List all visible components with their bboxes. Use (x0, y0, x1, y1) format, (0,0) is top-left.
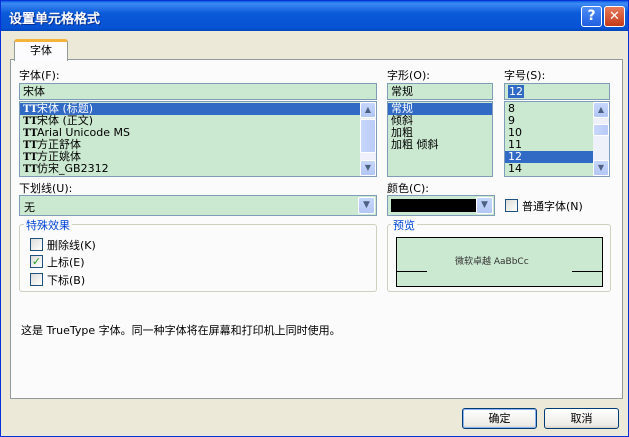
chevron-down-icon: ▼ (481, 200, 488, 210)
close-button[interactable]: ✕ (604, 6, 625, 27)
color-select[interactable]: ▼ (387, 195, 495, 216)
chevron-up-icon: ▲ (364, 105, 372, 114)
underline-select-value: 无 (24, 201, 35, 214)
tab-font[interactable]: 字体 (14, 39, 68, 61)
cancel-button[interactable]: 取消 (544, 408, 619, 429)
format-cells-dialog: 设置单元格格式 ? ✕ 字体 字体(F): 宋体 TT宋体 (标题) TT宋体 (… (0, 0, 629, 437)
size-scroll-thumb[interactable] (593, 124, 609, 136)
check-icon: ✓ (31, 255, 42, 268)
subscript-label: 下标(B) (47, 274, 86, 287)
preview-group-title: 预览 (391, 217, 417, 233)
preview-baseline-left (397, 271, 427, 272)
chevron-down-icon: ▼ (363, 200, 370, 210)
font-input[interactable]: 宋体 (19, 83, 377, 100)
chevron-up-icon: ▲ (597, 105, 605, 114)
preview-baseline-right (572, 271, 602, 272)
close-icon: ✕ (609, 9, 620, 24)
style-input[interactable]: 常规 (387, 83, 493, 100)
size-list-item-label: 14 (508, 162, 522, 175)
ok-button[interactable]: 确定 (462, 408, 537, 429)
underline-label: 下划线(U): (19, 182, 73, 195)
style-label: 字形(O): (387, 69, 430, 82)
tab-font-label: 字体 (30, 44, 52, 57)
size-scroll-up-button[interactable]: ▲ (593, 102, 609, 118)
help-button[interactable]: ? (581, 6, 602, 27)
chevron-down-icon: ▼ (597, 163, 605, 172)
strikethrough-label: 删除线(K) (47, 239, 96, 252)
dialog-title: 设置单元格格式 (9, 12, 101, 27)
preview-box: 微软卓越 AaBbCc (396, 237, 603, 287)
chevron-down-icon: ▼ (364, 163, 372, 172)
style-list[interactable]: 常规 倾斜 加粗 加粗 倾斜 (387, 101, 493, 177)
style-list-item-label: 加粗 倾斜 (391, 138, 439, 151)
normal-font-label: 普通字体(N) (522, 200, 583, 213)
size-scroll-down-button[interactable]: ▼ (593, 160, 609, 176)
normal-font-checkbox[interactable] (505, 199, 518, 212)
subscript-checkbox[interactable] (30, 273, 43, 286)
ok-button-label: 确定 (488, 412, 511, 425)
underline-dropdown-button[interactable]: ▼ (358, 197, 375, 214)
size-list[interactable]: 8 9 10 11 12 14 ▲ ▼ (504, 101, 610, 177)
size-label: 字号(S): (504, 69, 546, 82)
font-scroll-up-button[interactable]: ▲ (360, 102, 376, 118)
color-dropdown-button[interactable]: ▼ (476, 197, 493, 214)
size-input-value: 12 (508, 85, 524, 98)
color-label: 颜色(C): (387, 182, 429, 195)
font-list-scrollbar[interactable]: ▲ ▼ (360, 102, 376, 176)
size-list-scrollbar[interactable]: ▲ ▼ (593, 102, 609, 176)
superscript-label: 上标(E) (47, 256, 85, 269)
effects-group-title: 特殊效果 (24, 217, 72, 233)
font-list[interactable]: TT宋体 (标题) TT宋体 (正文) TTArial Unicode MS TT方正… (19, 101, 377, 177)
help-icon: ? (587, 8, 596, 24)
strikethrough-checkbox[interactable] (30, 238, 43, 251)
font-label: 字体(F): (19, 69, 60, 82)
truetype-icon: TT (23, 164, 38, 175)
color-swatch (391, 199, 479, 212)
font-scroll-thumb[interactable] (360, 119, 376, 153)
superscript-checkbox[interactable]: ✓ (30, 255, 43, 268)
preview-sample: 微软卓越 AaBbCc (455, 257, 529, 267)
font-scroll-down-button[interactable]: ▼ (360, 160, 376, 176)
font-list-item-label: 仿宋_GB2312 (37, 162, 109, 175)
title-bar[interactable]: 设置单元格格式 ? ✕ (1, 1, 628, 31)
font-list-item[interactable]: TT仿宋_GB2312 (20, 162, 376, 176)
font-info-text: 这是 TrueType 字体。同一种字体将在屏幕和打印机上同时使用。 (21, 324, 341, 337)
style-list-item[interactable]: 加粗 倾斜 (388, 139, 492, 151)
size-input[interactable]: 12 (504, 83, 610, 100)
underline-select[interactable]: 无 ▼ (19, 195, 377, 216)
cancel-button-label: 取消 (570, 412, 593, 425)
